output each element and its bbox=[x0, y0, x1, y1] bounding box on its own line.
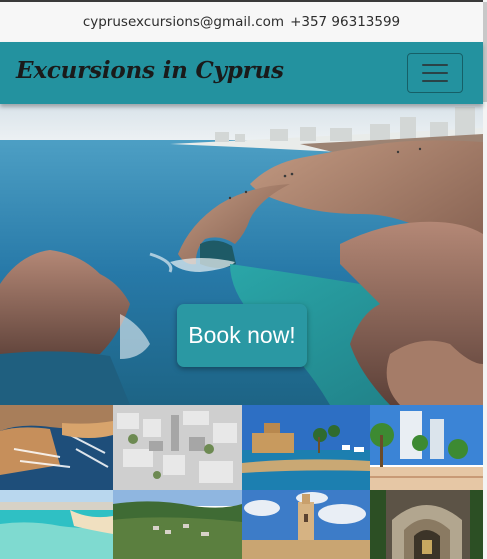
city-image bbox=[113, 405, 242, 490]
navbar: Excursions in Cyprus bbox=[0, 42, 483, 104]
hamburger-menu-icon bbox=[422, 64, 448, 66]
brand-title[interactable]: Excursions in Cyprus bbox=[16, 57, 284, 84]
marina-image bbox=[0, 405, 113, 490]
church-tower-image bbox=[242, 490, 370, 559]
image-gallery bbox=[0, 405, 483, 559]
gallery-tile-monastery[interactable] bbox=[370, 490, 483, 559]
gallery-tile-city[interactable] bbox=[113, 405, 242, 490]
contact-bar: cyprusexcursions@gmail.com +357 96313599 bbox=[0, 2, 483, 42]
harbour-fort-image bbox=[242, 405, 370, 490]
gallery-tile-church-tower[interactable] bbox=[242, 490, 370, 559]
gallery-tile-forest-village[interactable] bbox=[113, 490, 242, 559]
contact-phone-link[interactable]: +357 96313599 bbox=[290, 14, 400, 30]
hamburger-menu-icon-line bbox=[422, 72, 448, 74]
beach-image bbox=[0, 490, 113, 559]
gallery-tile-marina[interactable] bbox=[0, 405, 113, 490]
palm-promenade-image bbox=[370, 405, 483, 490]
navbar-toggle-button[interactable] bbox=[407, 53, 463, 93]
book-now-button[interactable]: Book now! bbox=[177, 304, 307, 367]
hero-section: Book now! bbox=[0, 104, 483, 405]
forest-village-image bbox=[113, 490, 242, 559]
monastery-image bbox=[370, 490, 483, 559]
hamburger-menu-icon-line bbox=[422, 80, 448, 82]
contact-email-link[interactable]: cyprusexcursions@gmail.com bbox=[83, 14, 284, 30]
scrollbar[interactable] bbox=[483, 0, 487, 559]
scrollbar-thumb[interactable] bbox=[483, 2, 487, 102]
gallery-tile-palm-promenade[interactable] bbox=[370, 405, 483, 490]
gallery-tile-beach[interactable] bbox=[0, 490, 113, 559]
gallery-tile-harbour-fort[interactable] bbox=[242, 405, 370, 490]
